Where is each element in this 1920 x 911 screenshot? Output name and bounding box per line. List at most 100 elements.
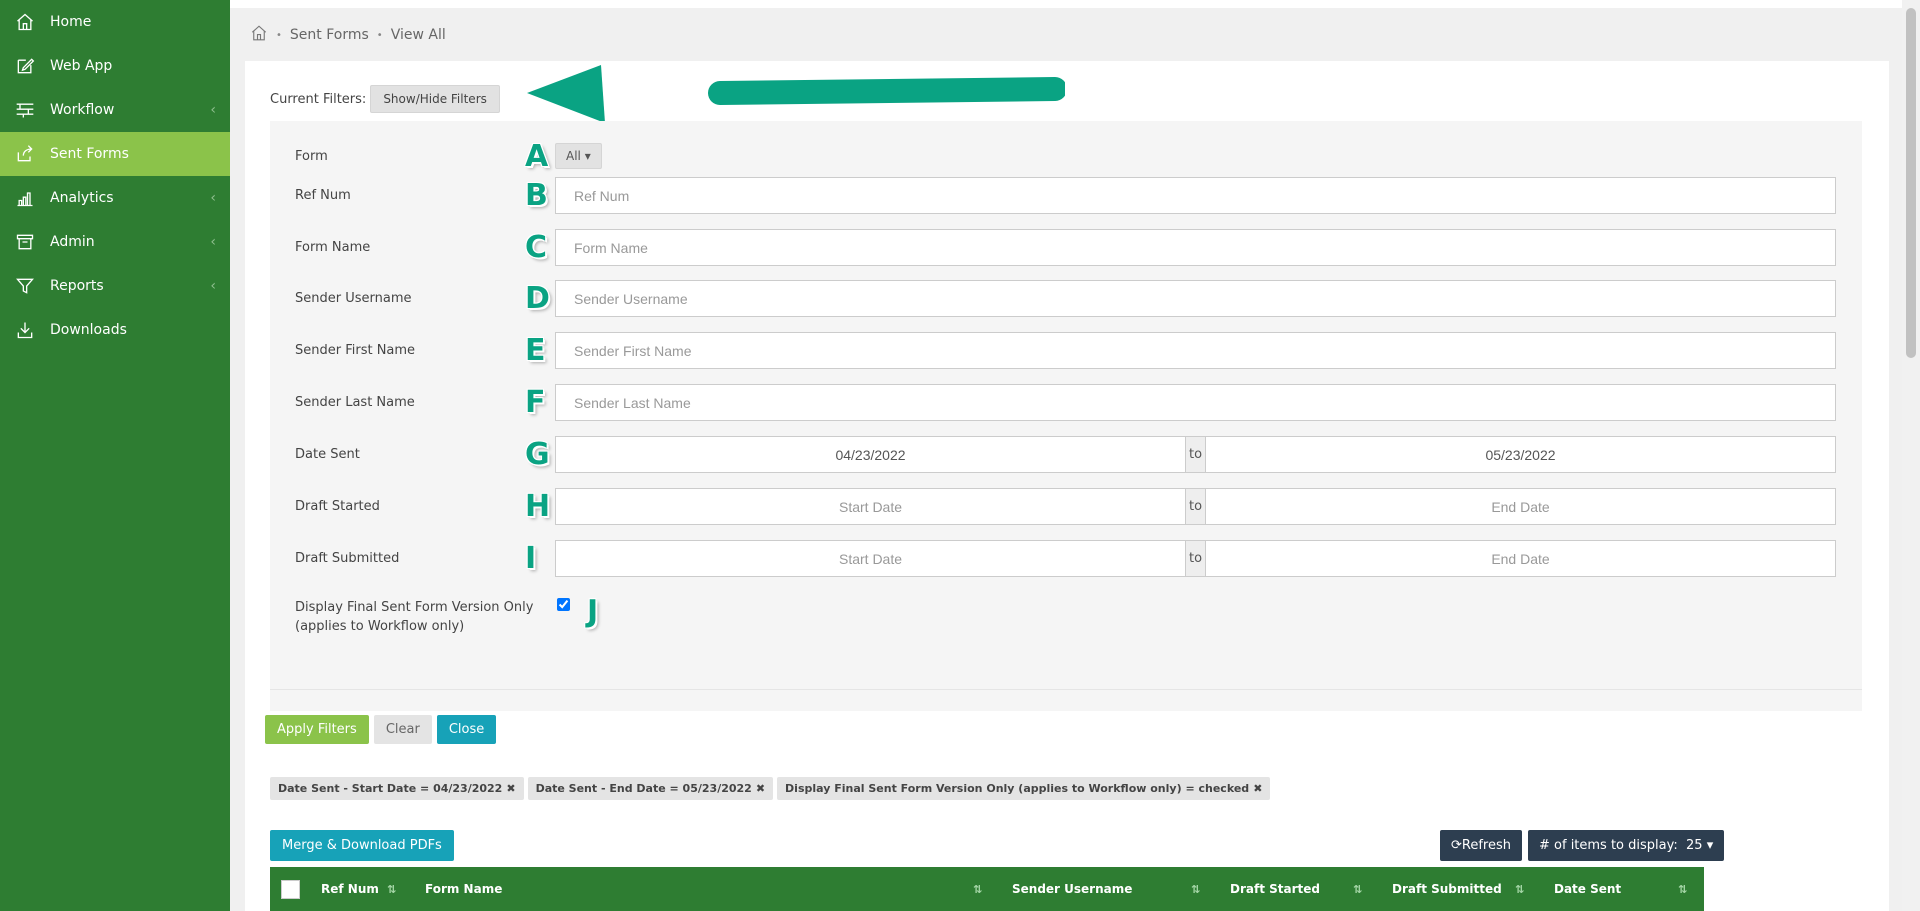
draft-submitted-range: Start Date to End Date [555, 540, 1836, 577]
sender-username-input[interactable]: Sender Username [555, 280, 1836, 317]
show-hide-filters-button[interactable]: Show/Hide Filters [370, 85, 500, 113]
chevron-left-icon: ‹ [210, 234, 216, 250]
breadcrumb-view-all: View All [390, 27, 446, 43]
marker-letter-f: F [525, 385, 546, 420]
sidebar-item-label: Sent Forms [50, 146, 129, 162]
filter-row-form-name: Form Name C Form Name [295, 229, 1836, 266]
column-header-draft-submitted[interactable]: Draft Submitted [1392, 882, 1502, 896]
marker-letter-c: C [525, 230, 548, 265]
column-header-date-sent[interactable]: Date Sent [1554, 882, 1621, 896]
marker-letter-e: E [525, 333, 546, 368]
download-icon [14, 319, 36, 341]
home-icon [14, 11, 36, 33]
filter-chip[interactable]: Display Final Sent Form Version Only (ap… [777, 777, 1271, 800]
sort-icon[interactable]: ⇅ [1191, 883, 1200, 896]
home-icon[interactable] [250, 24, 268, 46]
content-card: Current Filters: Show/Hide Filters Form … [245, 61, 1889, 911]
page-scrollbar[interactable] [1902, 0, 1920, 911]
breadcrumb-separator: • [276, 29, 282, 41]
sidebar-item-home[interactable]: Home [0, 0, 230, 44]
merge-download-pdfs-button[interactable]: Merge & Download PDFs [270, 830, 454, 861]
sidebar-item-analytics[interactable]: Analytics ‹ [0, 176, 230, 220]
apply-filters-button[interactable]: Apply Filters [265, 715, 369, 744]
share-icon [14, 143, 36, 165]
draft-submitted-label: Draft Submitted [295, 551, 400, 566]
marker-letter-g: G [525, 437, 550, 472]
chevron-left-icon: ‹ [210, 278, 216, 294]
draft-submitted-start-input[interactable]: Start Date [555, 540, 1186, 577]
sort-icon[interactable]: ⇅ [1353, 883, 1362, 896]
form-name-label: Form Name [295, 240, 371, 255]
select-all-checkbox[interactable] [281, 879, 300, 899]
breadcrumb: • Sent Forms • View All [250, 24, 446, 46]
archive-icon [14, 231, 36, 253]
filter-row-date-sent: Date Sent G 04/23/2022 to 05/23/2022 [295, 436, 1836, 473]
sort-icon[interactable]: ⇅ [973, 883, 982, 896]
items-per-page-dropdown[interactable]: # of items to display: 25 ▾ [1528, 830, 1725, 861]
filter-row-ref-num: Ref Num B Ref Num [295, 177, 1836, 214]
main-content: • Sent Forms • View All Current Filters:… [230, 0, 1902, 911]
sender-last-name-input[interactable]: Sender Last Name [555, 384, 1836, 421]
sidebar-item-sent-forms[interactable]: Sent Forms [0, 132, 230, 176]
final-version-checkbox[interactable] [557, 598, 570, 611]
draft-started-start-input[interactable]: Start Date [555, 488, 1186, 525]
clear-button[interactable]: Clear [373, 715, 432, 744]
draft-started-end-input[interactable]: End Date [1205, 488, 1836, 525]
date-range-to-label: to [1186, 488, 1205, 525]
current-filters-bar: Current Filters: Show/Hide Filters [270, 85, 500, 113]
sort-icon[interactable]: ⇅ [387, 883, 396, 896]
filter-chip[interactable]: Date Sent - End Date = 05/23/2022 ✖ [527, 777, 774, 800]
sidebar-item-admin[interactable]: Admin ‹ [0, 220, 230, 264]
date-sent-end-input[interactable]: 05/23/2022 [1205, 436, 1836, 473]
marker-letter-i: I [525, 541, 537, 576]
active-filter-chips: Date Sent - Start Date = 04/23/2022 ✖ Dat… [270, 777, 1271, 800]
bar-chart-icon [14, 187, 36, 209]
sort-icon[interactable]: ⇅ [1515, 883, 1524, 896]
filter-row-form: Form A All ▾ [295, 138, 1835, 174]
form-dropdown[interactable]: All ▾ [555, 143, 602, 169]
panel-divider [270, 689, 1862, 690]
ref-num-label: Ref Num [295, 188, 351, 203]
form-label: Form [295, 148, 328, 164]
marker-letter-h: H [525, 489, 551, 524]
filter-row-final-version: Display Final Sent Form Version Only (app… [295, 594, 1835, 642]
date-sent-start-input[interactable]: 04/23/2022 [555, 436, 1186, 473]
sender-first-name-input[interactable]: Sender First Name [555, 332, 1836, 369]
refresh-button[interactable]: ⟳Refresh [1440, 830, 1522, 861]
top-strip [230, 0, 1902, 8]
sidebar-item-label: Workflow [50, 102, 115, 118]
ref-num-input[interactable]: Ref Num [555, 177, 1836, 214]
table-header: Ref Num ⇅ Form Name ⇅ Sender Username ⇅ … [270, 867, 1704, 911]
scrollbar-thumb[interactable] [1906, 8, 1916, 358]
column-header-draft-started[interactable]: Draft Started [1230, 882, 1320, 896]
chevron-left-icon: ‹ [210, 102, 216, 118]
marker-letter-b: B [525, 178, 548, 213]
date-sent-range: 04/23/2022 to 05/23/2022 [555, 436, 1836, 473]
filter-panel: Form A All ▾ Ref Num B Ref Num Form Name… [270, 121, 1862, 711]
filter-icon [14, 275, 36, 297]
date-range-to-label: to [1186, 540, 1205, 577]
column-header-ref-num[interactable]: Ref Num [321, 882, 379, 896]
draft-submitted-end-input[interactable]: End Date [1205, 540, 1836, 577]
sidebar-item-reports[interactable]: Reports ‹ [0, 264, 230, 308]
column-header-sender-username[interactable]: Sender Username [1012, 882, 1132, 896]
sidebar-item-web-app[interactable]: Web App [0, 44, 230, 88]
marker-letter-d: D [525, 281, 550, 316]
sidebar-item-label: Admin [50, 234, 95, 250]
sort-icon[interactable]: ⇅ [1678, 883, 1687, 896]
form-name-input[interactable]: Form Name [555, 229, 1836, 266]
filter-row-draft-submitted: Draft Submitted I Start Date to End Date [295, 540, 1836, 577]
workflow-icon [14, 99, 36, 121]
sidebar-item-downloads[interactable]: Downloads [0, 308, 230, 352]
filter-chip[interactable]: Date Sent - Start Date = 04/23/2022 ✖ [270, 777, 524, 800]
column-header-form-name[interactable]: Form Name [425, 882, 502, 896]
sidebar-item-workflow[interactable]: Workflow ‹ [0, 88, 230, 132]
breadcrumb-sent-forms[interactable]: Sent Forms [290, 27, 369, 43]
close-button[interactable]: Close [436, 715, 497, 744]
sidebar-item-label: Reports [50, 278, 104, 294]
sidebar-item-label: Home [50, 14, 92, 30]
edit-icon [14, 55, 36, 77]
breadcrumb-separator: • [376, 29, 383, 41]
draft-started-range: Start Date to End Date [555, 488, 1836, 525]
marker-letter-a: A [525, 138, 549, 174]
